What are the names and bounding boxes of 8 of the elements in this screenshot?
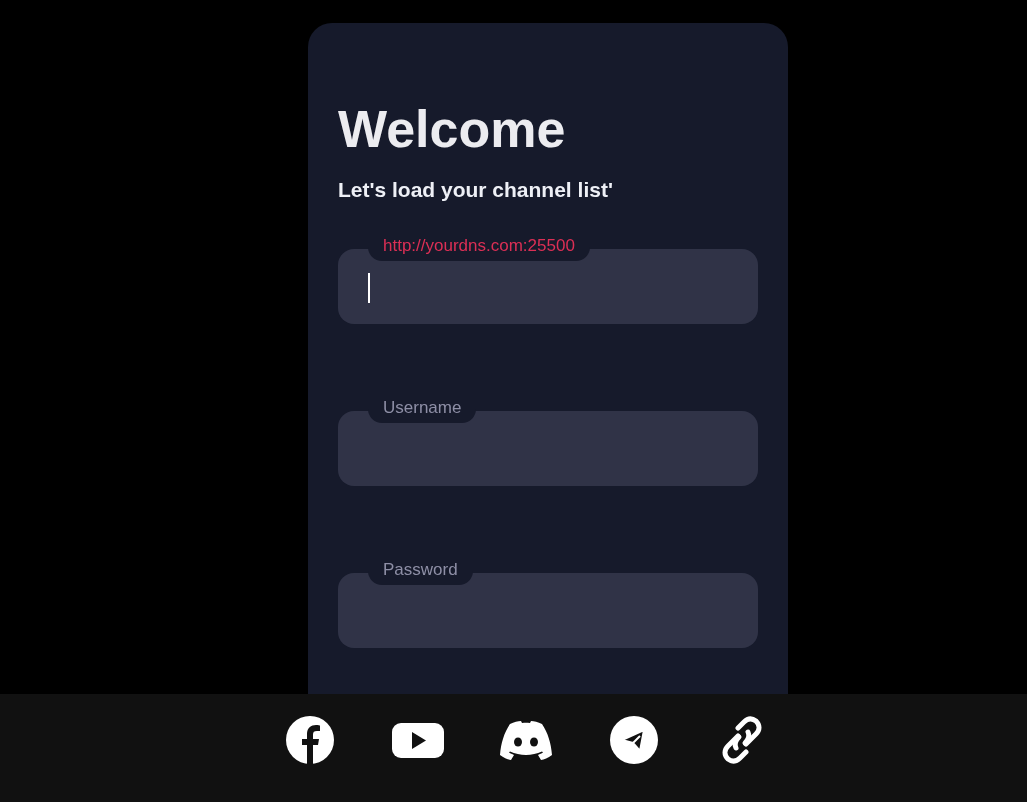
input-field[interactable] <box>338 411 758 486</box>
input-field[interactable] <box>338 573 758 648</box>
welcome-heading: Welcome <box>338 99 567 160</box>
field-label: Username <box>368 398 477 423</box>
subtitle: Let's load your channel list' <box>338 177 613 203</box>
field-label: http://yourdns.com:25500 <box>368 236 590 261</box>
field-label: Password <box>368 560 473 585</box>
text-cursor <box>368 272 370 303</box>
